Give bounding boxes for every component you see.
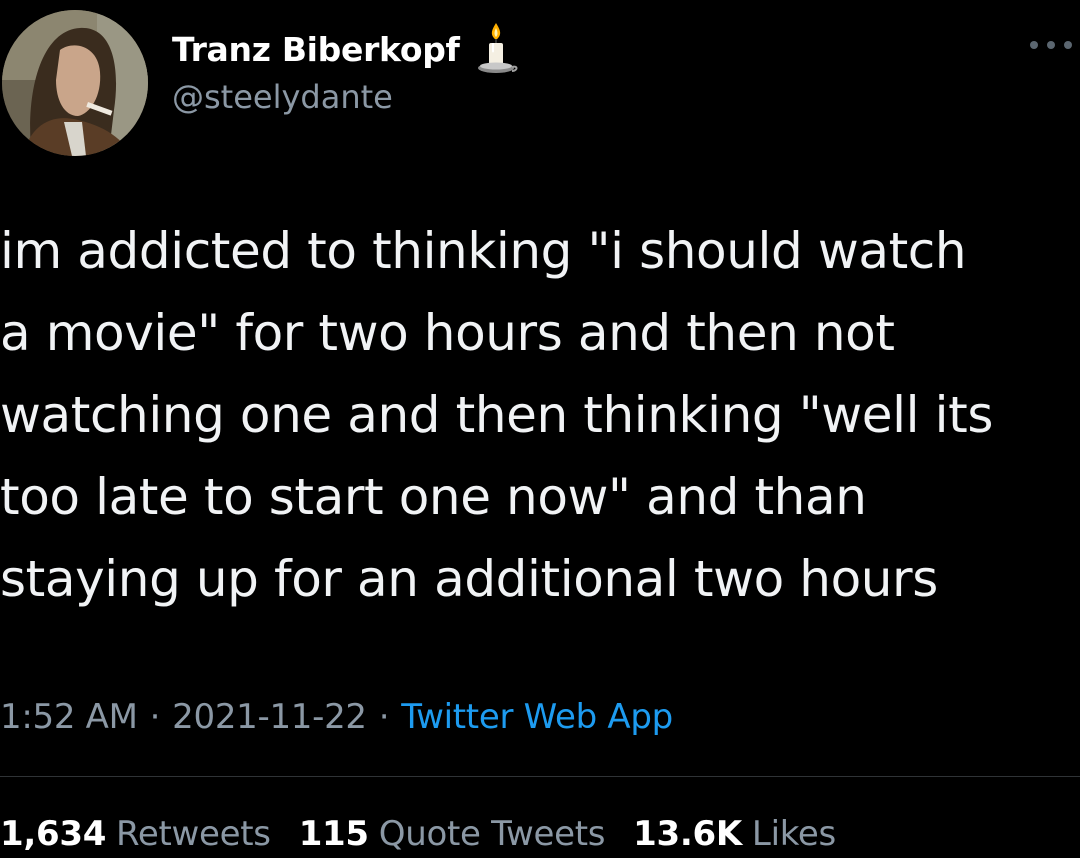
author-name-row: Tranz Biberkopf <box>172 22 518 76</box>
tweet-date[interactable]: 2021-11-22 <box>172 697 367 737</box>
avatar[interactable] <box>2 10 148 156</box>
divider <box>0 776 1080 777</box>
likes-label: Likes <box>751 814 836 854</box>
tweet-line: im addicted to thinking "i should watch <box>0 222 967 280</box>
tweet-line: staying up for an additional two hours <box>0 550 938 608</box>
tweet-line: a movie" for two hours and then not <box>0 304 895 362</box>
retweets-stat[interactable]: 1,634 Retweets <box>0 814 271 854</box>
meta-separator: · <box>378 697 390 737</box>
author-display-name[interactable]: Tranz Biberkopf <box>172 30 460 69</box>
retweets-label: Retweets <box>116 814 271 854</box>
retweets-count: 1,634 <box>0 814 107 854</box>
quote-tweets-label: Quote Tweets <box>378 814 606 854</box>
dot <box>1047 41 1055 49</box>
tweet-stats: 1,634 Retweets 115 Quote Tweets 13.6K Li… <box>0 810 836 858</box>
meta-separator: · <box>149 697 161 737</box>
tweet-meta: 1:52 AM · 2021-11-22 · Twitter Web App <box>0 692 673 742</box>
dot <box>1030 41 1038 49</box>
author-handle[interactable]: @steelydante <box>172 78 393 116</box>
tweet-time[interactable]: 1:52 AM <box>0 697 138 737</box>
tweet-source-link[interactable]: Twitter Web App <box>401 697 673 737</box>
likes-count: 13.6K <box>633 814 742 854</box>
likes-stat[interactable]: 13.6K Likes <box>633 814 836 854</box>
candle-icon <box>477 23 518 73</box>
quote-tweets-count: 115 <box>298 814 369 854</box>
dot <box>1064 41 1072 49</box>
avatar-photo <box>2 10 148 156</box>
tweet-line: too late to start one now" and than <box>0 468 867 526</box>
tweet-line: watching one and then thinking "well its <box>0 386 993 444</box>
tweet-text: im addicted to thinking "i should watch … <box>0 210 1080 620</box>
quote-tweets-stat[interactable]: 115 Quote Tweets <box>298 814 606 854</box>
more-dots-icon[interactable] <box>1030 38 1072 52</box>
